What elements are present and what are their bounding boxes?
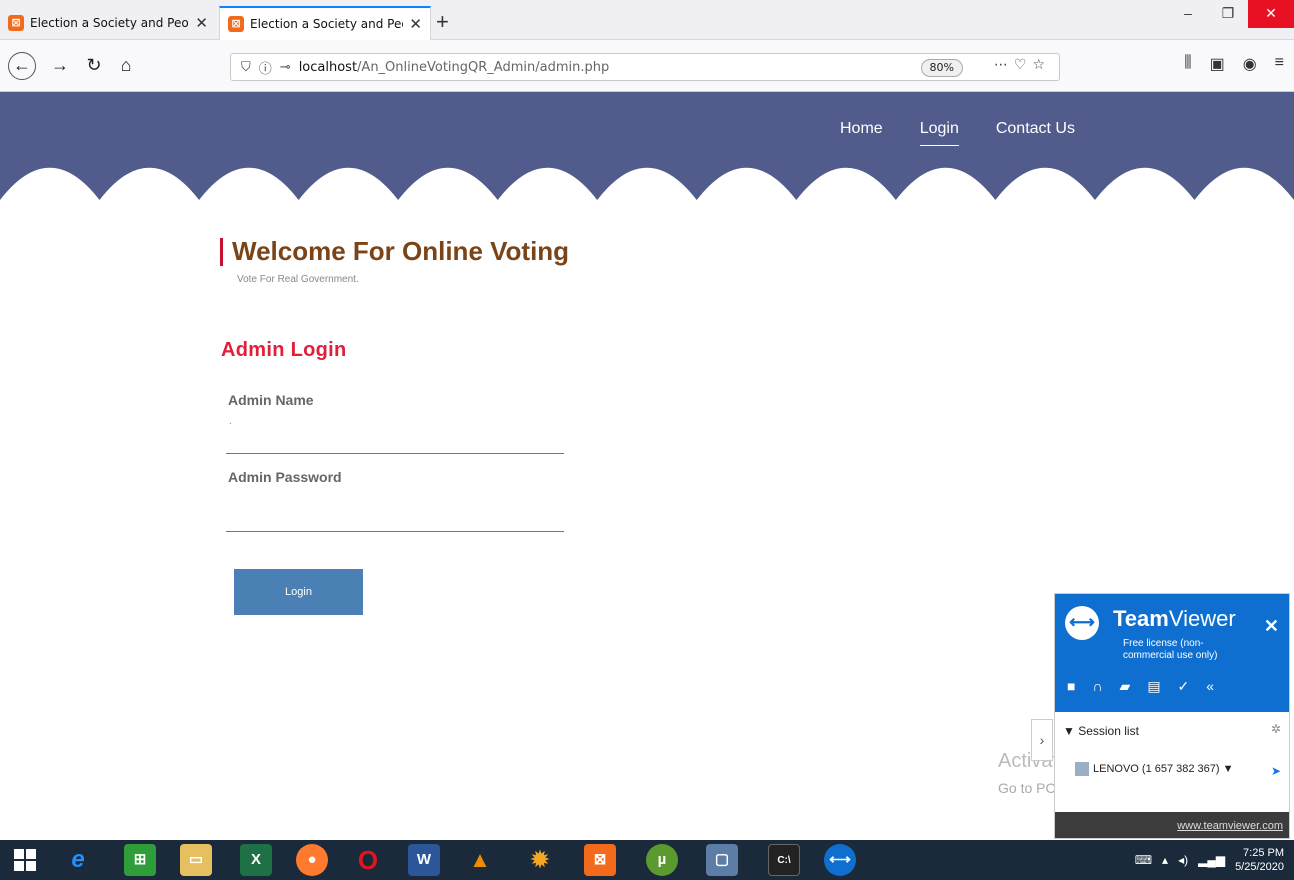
clock-date: 5/25/2020 — [1235, 861, 1284, 873]
login-button[interactable]: Login — [234, 569, 363, 615]
new-tab-icon[interactable]: + — [436, 9, 449, 35]
browser-tab-strip: ⊠ Election a Society and People ✕ ⊠ Elec… — [0, 0, 1294, 40]
teamviewer-brand: TeamViewer — [1113, 606, 1236, 632]
brand-rest: Viewer — [1168, 606, 1236, 631]
device-label: LENOVO (1 657 382 367) ▼ — [1093, 763, 1234, 775]
zoom-level-badge[interactable]: 80% — [920, 59, 963, 77]
windows-start-icon[interactable] — [14, 849, 36, 871]
teamviewer-logo-icon: ⟷ — [1065, 606, 1099, 640]
session-device[interactable]: LENOVO (1 657 382 367) ▼ — [1075, 762, 1234, 776]
shield-icon[interactable]: ⛉ — [241, 60, 251, 75]
chat-icon[interactable]: ▰ — [1120, 678, 1131, 695]
word-icon[interactable]: W — [408, 844, 440, 876]
tab-close-icon[interactable]: ✕ — [195, 14, 208, 32]
teamviewer-close-icon[interactable]: ✕ — [1264, 616, 1279, 637]
key-icon: ⊸ — [279, 59, 291, 75]
opera-icon[interactable]: O — [352, 844, 384, 876]
headset-icon[interactable]: ∩ — [1092, 678, 1102, 695]
url-host: localhost — [298, 59, 358, 75]
files-icon[interactable]: ▤ — [1147, 678, 1160, 695]
virtualbox-icon[interactable]: ▢ — [706, 844, 738, 876]
page-title: Welcome For Online Voting — [232, 236, 570, 266]
toolbar-right: ⫼ ▣ ◉ ≡ — [1184, 54, 1284, 74]
admin-login-heading: Admin Login — [221, 339, 347, 361]
sidebar-icon[interactable]: ▣ — [1210, 54, 1225, 74]
admin-password-label: Admin Password — [228, 469, 342, 485]
teamviewer-taskbar-icon[interactable]: ⟷ — [824, 844, 856, 876]
settings-wheel-icon[interactable]: ✹ — [524, 844, 556, 876]
excel-icon[interactable]: X — [240, 844, 272, 876]
window-close-icon[interactable]: ✕ — [1248, 0, 1294, 28]
menu-icon[interactable]: ≡ — [1275, 54, 1284, 74]
account-icon[interactable]: ◉ — [1243, 54, 1257, 74]
vlc-icon[interactable]: ▲ — [464, 844, 496, 876]
collapse-icon[interactable]: « — [1206, 678, 1214, 695]
window-controls: – ❐ ✕ — [1168, 0, 1294, 30]
clock[interactable]: 7:25 PM 5/25/2020 — [1235, 846, 1284, 874]
admin-name-input[interactable] — [226, 424, 564, 454]
windows-taskbar: e ⊞ ▭ X ● O W ▲ ✹ ⊠ µ ▢ C:\ ⟷ ⌨ ▴ ◂) ▂▄▆… — [0, 840, 1294, 880]
draw-icon[interactable]: ✓ — [1178, 678, 1190, 695]
library-icon[interactable]: ⫼ — [1184, 54, 1191, 74]
xampp-icon[interactable]: ⊠ — [584, 844, 616, 876]
page-subtitle: Vote For Real Government. — [237, 274, 359, 285]
browser-tab[interactable]: ⊠ Election a Society and People ✕ — [0, 6, 216, 40]
gear-icon[interactable]: ✲ — [1271, 722, 1281, 736]
device-avatar-icon — [1075, 762, 1089, 776]
tab-close-icon[interactable]: ✕ — [409, 15, 422, 33]
volume-icon[interactable]: ◂) — [1178, 853, 1188, 867]
chevron-right-icon[interactable]: › — [1031, 719, 1053, 761]
forward-arrow-icon[interactable]: → — [46, 52, 74, 80]
brand-bold: Team — [1113, 606, 1169, 631]
store-icon[interactable]: ⊞ — [124, 844, 156, 876]
more-actions-icon[interactable]: ⋯ — [994, 57, 1014, 73]
home-icon[interactable]: ⌂ — [112, 52, 140, 80]
cursor-icon[interactable]: ➤ — [1271, 764, 1281, 778]
tab-title: Election a Society and People — [30, 16, 190, 30]
teamviewer-panel: ⟷ TeamViewer Free license (non-commercia… — [1054, 593, 1290, 839]
admin-password-input[interactable] — [226, 502, 564, 532]
minimize-icon[interactable]: – — [1168, 0, 1208, 28]
bookmark-star-icon[interactable]: ☆ — [1032, 57, 1051, 73]
restore-icon[interactable]: ❐ — [1208, 0, 1248, 28]
keyboard-icon[interactable]: ⌨ — [1135, 853, 1152, 867]
pocket-icon[interactable]: ♡ — [1014, 57, 1033, 73]
title-accent-bar — [220, 238, 223, 266]
info-icon[interactable]: ⓘ — [259, 58, 272, 77]
teamviewer-header: ⟷ TeamViewer Free license (non-commercia… — [1055, 594, 1289, 712]
command-prompt-icon[interactable]: C:\ — [768, 844, 800, 876]
teamviewer-link[interactable]: www.teamviewer.com — [1177, 820, 1283, 832]
url-bar[interactable]: ⛉ ⓘ ⊸ localhost/An_OnlineVotingQR_Admin/… — [230, 53, 1060, 81]
admin-name-label: Admin Name — [228, 392, 314, 408]
video-icon[interactable]: ■ — [1067, 678, 1075, 695]
nav-contact-link[interactable]: Contact Us — [996, 120, 1075, 146]
back-arrow-icon[interactable]: ← — [8, 52, 36, 80]
teamviewer-tools: ■ ∩ ▰ ▤ ✓ « — [1067, 678, 1214, 695]
nav-home-link[interactable]: Home — [840, 120, 883, 146]
session-list-label[interactable]: ▼ Session list — [1063, 724, 1139, 738]
site-header: Home Login Contact Us — [0, 92, 1294, 202]
internet-explorer-icon[interactable]: e — [62, 844, 94, 876]
teamviewer-footer: www.teamviewer.com — [1055, 812, 1289, 838]
page-actions: ⋯♡☆ — [994, 57, 1051, 73]
teamviewer-license: Free license (non-commercial use only) — [1123, 638, 1218, 661]
url-path: /An_OnlineVotingQR_Admin/admin.php — [357, 59, 610, 75]
file-explorer-icon[interactable]: ▭ — [180, 844, 212, 876]
browser-tab-active[interactable]: ⊠ Election a Society and People C ✕ — [219, 6, 431, 40]
network-icon[interactable]: ▂▄▆ — [1198, 853, 1225, 867]
screen: ⊠ Election a Society and People ✕ ⊠ Elec… — [0, 0, 1294, 880]
tray-expand-icon[interactable]: ▴ — [1162, 853, 1168, 867]
header-wave-background — [0, 92, 1294, 200]
site-nav: Home Login Contact Us — [840, 120, 1075, 146]
tab-title: Election a Society and People C — [250, 17, 403, 31]
xampp-favicon-icon: ⊠ — [8, 15, 24, 31]
clock-time: 7:25 PM — [1243, 847, 1284, 859]
utorrent-icon[interactable]: µ — [646, 844, 678, 876]
firefox-icon[interactable]: ● — [296, 844, 328, 876]
xampp-favicon-icon: ⊠ — [228, 16, 244, 32]
reload-icon[interactable]: ↻ — [80, 52, 108, 80]
nav-login-link[interactable]: Login — [919, 120, 959, 146]
system-tray: ⌨ ▴ ◂) ▂▄▆ 7:25 PM 5/25/2020 — [1135, 846, 1284, 874]
browser-toolbar: ← → ↻ ⌂ ⛉ ⓘ ⊸ localhost/An_OnlineVotingQ… — [0, 40, 1294, 92]
